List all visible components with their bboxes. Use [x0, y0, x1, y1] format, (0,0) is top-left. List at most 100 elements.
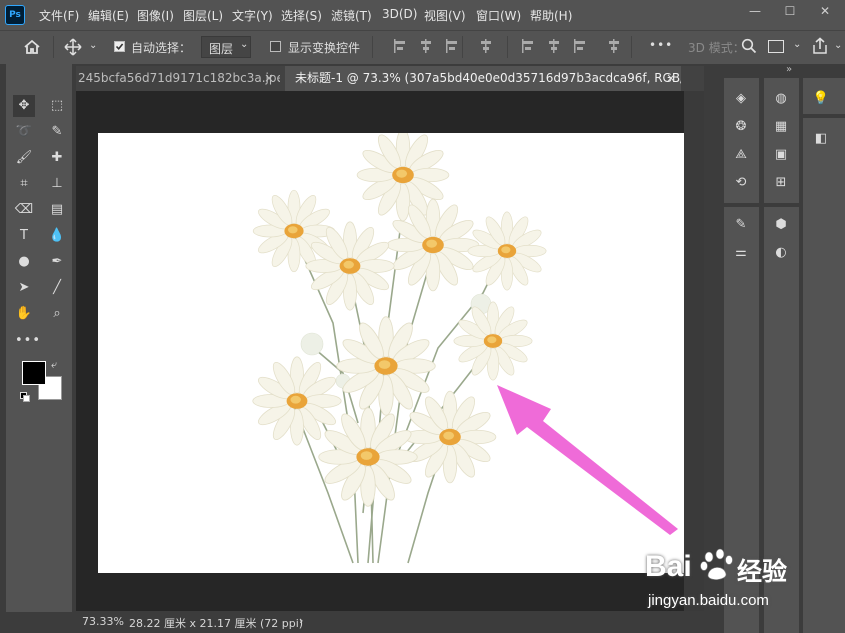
distribute-icon[interactable]: [479, 38, 493, 54]
quick-select-tool-icon[interactable]: ✎: [46, 121, 68, 143]
menu-item[interactable]: 文字(Y): [232, 7, 273, 24]
patterns-panel-icon[interactable]: ⊞: [770, 172, 792, 194]
channels-panel-icon[interactable]: ❂: [730, 116, 752, 138]
paw-icon: [700, 548, 733, 580]
3d-mode-label: 3D 模式：: [688, 41, 745, 55]
pen-tool-icon[interactable]: ✒: [46, 251, 68, 273]
align-top-icon[interactable]: [521, 38, 535, 54]
align-edges-icon[interactable]: [607, 38, 621, 54]
zoom-level: 73.33%: [82, 615, 124, 628]
home-icon[interactable]: [22, 38, 42, 56]
foreground-color-swatch[interactable]: [22, 361, 46, 385]
align-left-icon[interactable]: [393, 38, 407, 54]
more-options-button[interactable]: •••: [649, 38, 673, 52]
path-select-tool-icon[interactable]: ➤: [13, 277, 35, 299]
lasso-tool-icon[interactable]: ➰: [13, 121, 35, 143]
chevron-down-icon[interactable]: ⌄: [834, 40, 842, 51]
watermark-brand-2: 经验: [737, 557, 788, 586]
watermark-brand: Bai: [645, 550, 692, 583]
menu-item[interactable]: 窗口(W): [476, 7, 521, 24]
collapse-panels-button[interactable]: »: [786, 64, 792, 75]
panel-group-divider: [803, 114, 845, 118]
show-transform-checkbox[interactable]: [270, 41, 281, 52]
marquee-tool-icon[interactable]: ⬚: [46, 95, 68, 117]
color-panel-icon[interactable]: ◍: [770, 88, 792, 110]
tab-inactive[interactable]: 245bcfa56d71d9171c182bc3a.jpeg: [78, 66, 280, 91]
status-menu-arrow[interactable]: ›: [299, 614, 303, 627]
history-panel-icon[interactable]: ⟲: [730, 172, 752, 194]
gradient-tool-icon[interactable]: ▤: [46, 199, 68, 221]
align-middle-icon[interactable]: [547, 38, 561, 54]
adjustments-panel-icon[interactable]: ◐: [770, 242, 792, 264]
paths-panel-icon[interactable]: ⟁: [730, 144, 752, 166]
chevron-down-icon[interactable]: ⌄: [89, 40, 97, 51]
auto-select-target-value: 图层: [209, 42, 234, 56]
divider: [372, 36, 373, 58]
stamp-tool-icon[interactable]: ⊥: [46, 173, 68, 195]
search-icon[interactable]: [741, 38, 757, 54]
crop-tool-icon[interactable]: ⌗: [13, 173, 35, 195]
status-bar: 73.33% 28.22 厘米 x 21.17 厘米 (72 ppi) ›: [76, 612, 704, 633]
menu-item[interactable]: 图像(I): [137, 7, 174, 24]
chevron-down-icon[interactable]: ⌄: [793, 39, 801, 50]
divider: [631, 36, 632, 58]
maximize-button[interactable]: ☐: [775, 0, 805, 22]
eraser-tool-icon[interactable]: ⌫: [13, 199, 35, 221]
watermark-url: jingyan.baidu.com: [648, 592, 769, 609]
menu-item[interactable]: 视图(V): [424, 7, 466, 24]
auto-select-target-dropdown[interactable]: 图层 ⌄: [201, 36, 251, 58]
tab-close-button[interactable]: ×: [666, 66, 676, 91]
divider: [507, 36, 508, 58]
menu-item[interactable]: 选择(S): [281, 7, 322, 24]
tab-close-button[interactable]: ×: [264, 66, 274, 91]
move-tool-icon[interactable]: ✥: [13, 95, 35, 117]
adjust-panel-icon[interactable]: ⚌: [730, 242, 752, 264]
swap-colors-icon[interactable]: ⤶: [51, 358, 57, 372]
menu-item[interactable]: 文件(F): [39, 7, 79, 24]
divider: [462, 36, 463, 58]
swatches-panel-icon[interactable]: ▦: [770, 116, 792, 138]
tab-label: 245bcfa56d71d9171c182bc3a.jpeg: [78, 71, 280, 85]
zoom-tool-icon[interactable]: ⌕: [46, 303, 68, 325]
panel-group-divider: [764, 203, 799, 207]
3d-panel-icon[interactable]: ⬢: [770, 214, 792, 236]
brush-settings-panel-icon[interactable]: ✎: [730, 214, 752, 236]
libraries-panel-icon[interactable]: ◧: [810, 128, 832, 150]
baidu-jingyan-watermark: Bai 经验 jingyan.baidu.com: [645, 540, 835, 620]
menu-item[interactable]: 图层(L): [183, 7, 223, 24]
dodge-tool-icon[interactable]: ●: [13, 251, 35, 273]
panel-group-divider: [724, 203, 759, 207]
type-tool-icon[interactable]: T: [13, 225, 35, 247]
align-right-icon[interactable]: [445, 38, 459, 54]
healing-tool-icon[interactable]: ✚: [46, 147, 68, 169]
photoshop-logo: Ps: [5, 5, 25, 25]
auto-select-label: 自动选择：: [131, 41, 192, 55]
auto-select-checkbox[interactable]: [114, 41, 125, 52]
hand-tool-icon[interactable]: ✋: [13, 303, 35, 325]
share-icon[interactable]: [810, 37, 830, 55]
annotation-arrow: [497, 385, 678, 535]
blur-tool-icon[interactable]: 💧: [46, 225, 68, 247]
chevron-down-icon: ⌄: [240, 39, 249, 50]
menu-item[interactable]: 编辑(E): [88, 7, 129, 24]
move-tool-icon[interactable]: [64, 38, 82, 56]
brush-tool-icon[interactable]: 🖌: [13, 147, 35, 169]
align-bottom-icon[interactable]: [573, 38, 587, 54]
tab-active[interactable]: 未标题-1 @ 73.3% (307a5bd40e0e0d35716d97b3a…: [285, 66, 681, 91]
minimize-button[interactable]: —: [740, 0, 770, 22]
gradients-panel-icon[interactable]: ▣: [770, 144, 792, 166]
line-tool-icon[interactable]: ╱: [46, 277, 68, 299]
menu-item[interactable]: 滤镜(T): [331, 7, 372, 24]
align-center-icon[interactable]: [419, 38, 433, 54]
default-colors-icon[interactable]: [20, 392, 30, 402]
workspace-icon[interactable]: [768, 40, 784, 53]
menu-item[interactable]: 3D(D): [382, 7, 417, 21]
tab-label: 未标题-1 @ 73.3% (307a5bd40e0e0d35716d97b3a…: [295, 71, 681, 85]
menu-item[interactable]: 帮助(H): [530, 7, 572, 24]
learn-panel-icon[interactable]: 💡: [810, 88, 832, 110]
edit-toolbar-button[interactable]: •••: [15, 333, 41, 348]
close-button[interactable]: ✕: [810, 0, 840, 22]
document-info: 28.22 厘米 x 21.17 厘米 (72 ppi): [129, 617, 304, 630]
vertical-scrollbar[interactable]: [684, 91, 704, 611]
layers-panel-icon[interactable]: ◈: [730, 88, 752, 110]
